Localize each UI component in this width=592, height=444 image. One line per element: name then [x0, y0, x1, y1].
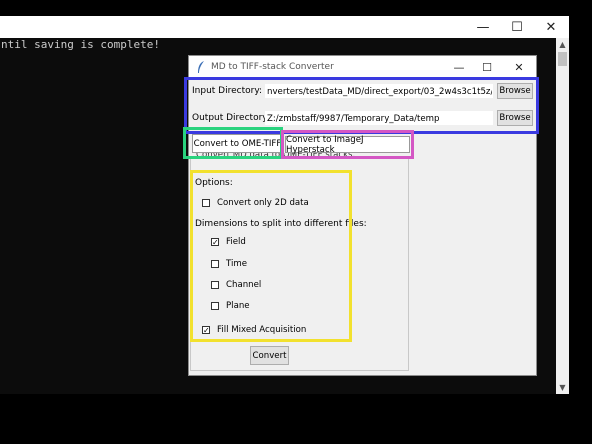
scroll-up-icon[interactable]: ▲ — [556, 38, 569, 50]
input-directory-field[interactable]: nverters/testData_MD/direct_export/03_2w… — [265, 84, 493, 98]
options-label: Options: — [195, 178, 233, 188]
console-scrollbar[interactable]: ▲ ▼ — [556, 38, 569, 394]
field-checkbox[interactable]: ✓ — [211, 238, 219, 247]
convert-2d-checkbox[interactable] — [202, 199, 210, 207]
output-browse-button[interactable]: Browse — [497, 110, 533, 126]
fill-mixed-option[interactable]: ✓ Fill Mixed Acquisition — [202, 325, 306, 335]
scroll-thumb[interactable] — [558, 52, 567, 66]
scroll-down-icon[interactable]: ▼ — [556, 381, 569, 393]
convert-2d-label: Convert only 2D data — [217, 198, 309, 208]
channel-label: Channel — [226, 280, 262, 290]
time-label: Time — [226, 259, 248, 269]
channel-option[interactable]: Channel — [211, 280, 261, 290]
app-close-button[interactable]: ✕ — [505, 58, 533, 76]
app-maximize-button[interactable]: ☐ — [473, 58, 501, 76]
time-option[interactable]: Time — [211, 259, 247, 269]
convert-button[interactable]: Convert — [250, 346, 289, 365]
field-option[interactable]: ✓ Field — [211, 237, 246, 247]
app-titlebar: MD to TIFF-stack Converter — ☐ ✕ — [189, 56, 536, 78]
fill-mixed-label: Fill Mixed Acquisition — [217, 325, 307, 335]
tab-imagej-hyperstack[interactable]: Convert to ImageJ Hyperstack — [285, 135, 410, 155]
plane-checkbox[interactable] — [211, 302, 219, 310]
console-output: ntil saving is complete! — [1, 38, 160, 51]
desktop-edge — [569, 16, 592, 394]
fill-mixed-checkbox[interactable]: ✓ — [202, 326, 210, 335]
console-close-button[interactable]: ✕ — [534, 16, 568, 38]
dimensions-label: Dimensions to split into different files… — [195, 219, 367, 229]
output-directory-label: Output Directory: — [192, 113, 270, 123]
console-maximize-button[interactable]: ☐ — [500, 16, 534, 38]
app-minimize-button[interactable]: — — [445, 58, 473, 76]
converter-window: MD to TIFF-stack Converter — ☐ ✕ Input D… — [188, 55, 537, 376]
plane-label: Plane — [226, 301, 250, 311]
input-directory-label: Input Directory: — [192, 86, 263, 96]
feather-icon — [198, 61, 204, 73]
output-directory-field[interactable]: Z:/zmbstaff/9987/Temporary_Data/temp — [265, 111, 493, 125]
channel-checkbox[interactable] — [211, 281, 219, 289]
tab-ome-tiff[interactable]: Convert to OME-TIFF — [192, 134, 283, 153]
input-browse-button[interactable]: Browse — [497, 83, 533, 99]
time-checkbox[interactable] — [211, 260, 219, 268]
console-minimize-button[interactable]: — — [466, 16, 500, 38]
console-titlebar: — ☐ ✕ — [0, 16, 569, 38]
plane-option[interactable]: Plane — [211, 301, 250, 311]
taskbar-area — [0, 394, 592, 444]
app-title: MD to TIFF-stack Converter — [211, 62, 334, 72]
field-label: Field — [226, 237, 246, 247]
convert-2d-option[interactable]: Convert only 2D data — [202, 198, 309, 208]
